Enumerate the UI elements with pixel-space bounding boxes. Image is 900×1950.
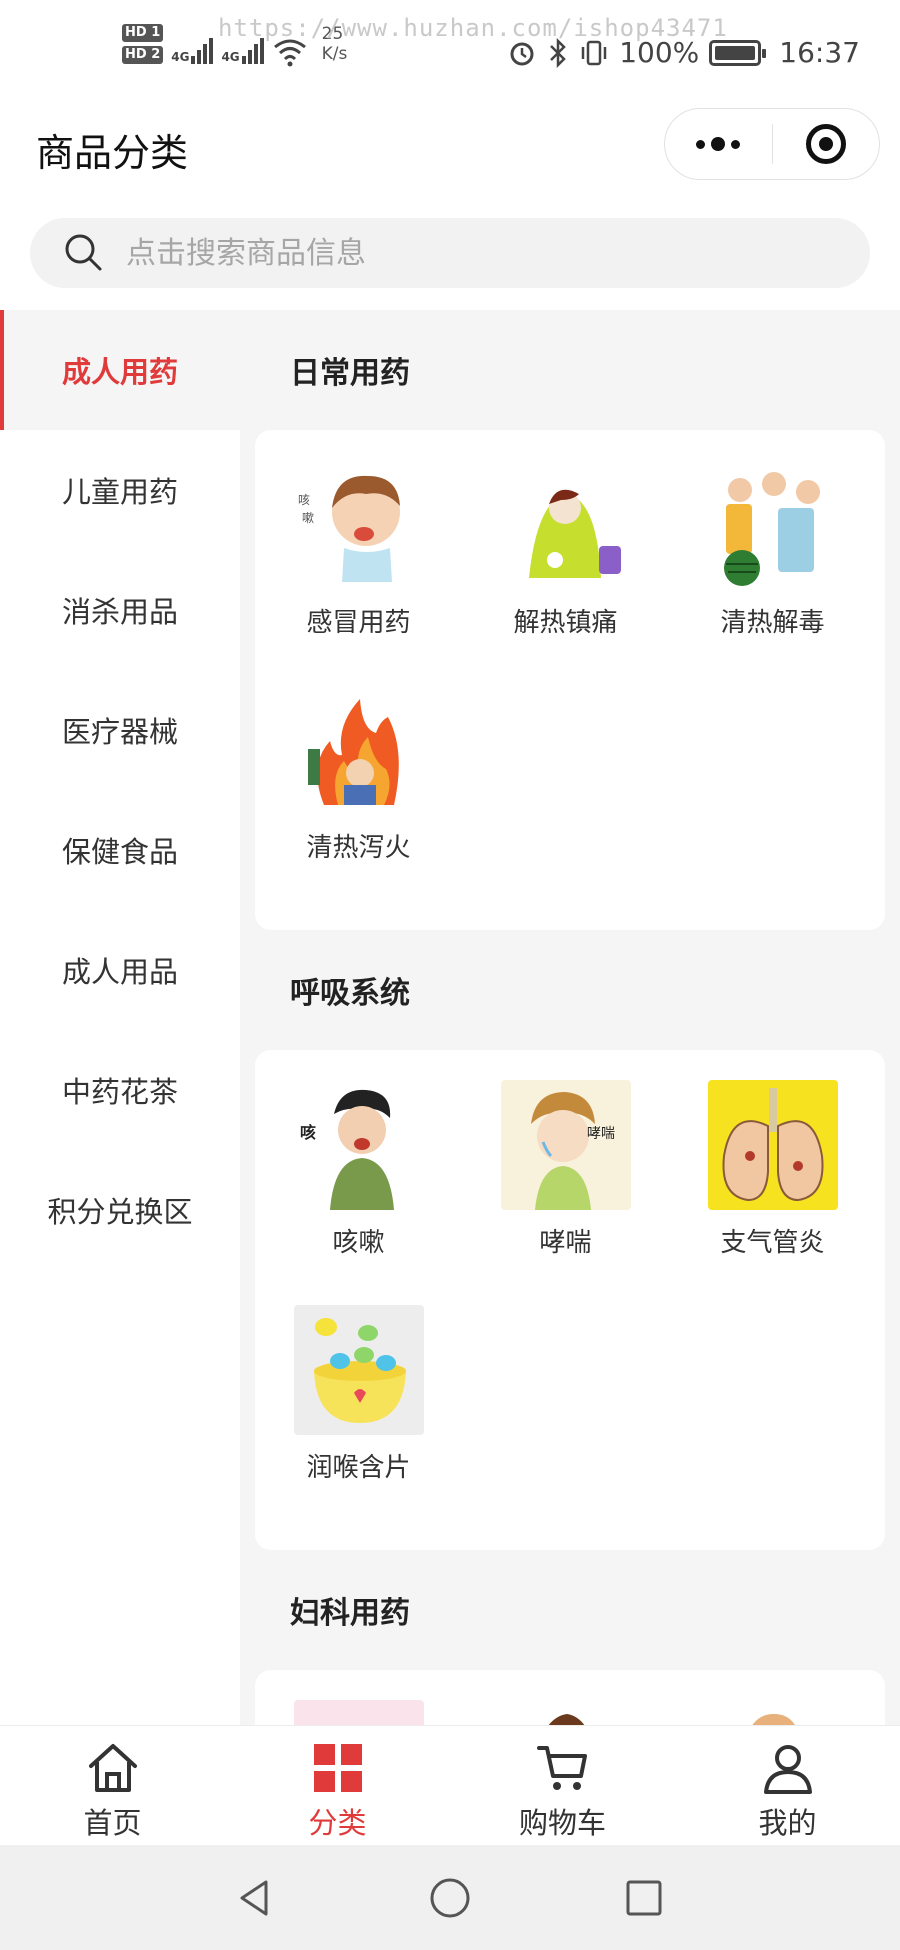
- svg-text:嗽: 嗽: [302, 511, 314, 525]
- search-input[interactable]: [126, 235, 726, 271]
- sidebar-item-health-food[interactable]: 保健食品: [0, 790, 240, 910]
- battery-icon: [709, 39, 767, 66]
- sidebar-item-medical-devices[interactable]: 医疗器械: [0, 670, 240, 790]
- home-icon: [88, 1744, 137, 1792]
- search-bar: [0, 210, 900, 310]
- hd1-badge: HD 1: [122, 24, 164, 42]
- tab-label: 分类: [308, 1806, 367, 1840]
- section-card: 咳 咳嗽 哮喘 哮喘 支气管炎 润喉含片: [255, 1050, 885, 1550]
- tab-category[interactable]: 分类: [225, 1726, 450, 1845]
- back-icon[interactable]: [234, 1876, 278, 1920]
- category-item[interactable]: 润喉含片: [255, 1305, 462, 1530]
- women-group-image: [293, 1700, 424, 1725]
- battery-percent: 100%: [619, 36, 700, 69]
- elderly-woman-image: [707, 1700, 838, 1725]
- sidebar-item-disinfection[interactable]: 消杀用品: [0, 550, 240, 670]
- clock-time: 16:37: [779, 36, 860, 69]
- more-menu-button[interactable]: [665, 109, 772, 179]
- sidebar-item-children-medicine[interactable]: 儿童用药: [0, 430, 240, 550]
- hd2-badge: HD 2: [122, 46, 164, 64]
- system-navigation-bar: [0, 1845, 900, 1950]
- bluetooth-icon: [550, 37, 567, 68]
- sidebar-item-herbal-tea[interactable]: 中药花茶: [0, 1030, 240, 1150]
- section-title: 妇科用药: [290, 1596, 410, 1631]
- asthma-boy-image: 哮喘: [500, 1080, 631, 1210]
- sidebar-item-adult-medicine[interactable]: 成人用药: [0, 310, 240, 430]
- category-content: 日常用药 咳 嗽 感冒用药 解热镇痛 清热解毒 清热泻火 呼吸系统 咳 咳嗽 哮…: [240, 310, 900, 1725]
- tab-home[interactable]: 首页: [0, 1726, 225, 1845]
- lozenge-bowl-image: [293, 1305, 424, 1435]
- section-title: 日常用药: [290, 356, 410, 391]
- tab-label: 首页: [83, 1806, 142, 1840]
- speed-unit: K/s: [321, 44, 348, 64]
- cart-icon: [536, 1746, 587, 1790]
- family-bottles-image: [707, 460, 838, 590]
- sidebar-item-points-exchange[interactable]: 积分兑换区: [0, 1150, 240, 1270]
- close-mini-program-button[interactable]: [773, 109, 880, 179]
- recent-apps-icon[interactable]: [622, 1876, 666, 1920]
- category-item[interactable]: 清热泻火: [255, 685, 462, 910]
- coughing-man-image: 咳: [293, 1080, 424, 1210]
- category-item[interactable]: 咳 嗽 感冒用药: [255, 460, 462, 685]
- bottom-tab-bar: 首页 分类 购物车 我的: [0, 1725, 900, 1845]
- fire-person-image: [293, 685, 424, 815]
- mini-program-capsule: [664, 108, 880, 180]
- search-icon: [65, 234, 102, 271]
- category-item[interactable]: 支气管炎: [669, 1080, 876, 1305]
- vibrate-icon: [581, 40, 607, 65]
- sidebar-item-adult-products[interactable]: 成人用品: [0, 910, 240, 1030]
- network-2-label: 4G: [221, 50, 240, 64]
- category-icon: [313, 1744, 362, 1792]
- tab-label: 我的: [758, 1806, 817, 1840]
- sidebar-item-label: 儿童用药: [61, 475, 178, 509]
- category-item-label: 清热泻火: [306, 833, 411, 863]
- section-card: [255, 1670, 885, 1725]
- page-title: 商品分类: [36, 131, 189, 175]
- signal-1-icon: 4G: [171, 24, 214, 64]
- tab-label: 购物车: [518, 1806, 606, 1840]
- sidebar-item-label: 中药花茶: [61, 1075, 178, 1109]
- nav-bar: 商品分类: [0, 100, 900, 210]
- svg-text:咳: 咳: [300, 1123, 316, 1142]
- category-item[interactable]: 哮喘 哮喘: [462, 1080, 669, 1305]
- section-title: 呼吸系统: [290, 976, 410, 1011]
- sidebar-item-label: 医疗器械: [61, 715, 178, 749]
- sidebar-item-label: 成人用药: [61, 355, 178, 389]
- sidebar-item-label: 消杀用品: [61, 595, 178, 629]
- status-bar: HD 1 HD 2 4G 4G 25 K/s https://www.huzha…: [0, 0, 900, 100]
- alarm-icon: [510, 42, 534, 65]
- category-item-label: 支气管炎: [720, 1228, 825, 1258]
- category-item-label: 哮喘: [539, 1228, 592, 1258]
- sidebar-item-label: 积分兑换区: [47, 1195, 193, 1229]
- woman-face-image: [500, 1700, 631, 1725]
- tab-cart[interactable]: 购物车: [450, 1726, 675, 1845]
- fever-blanket-image: [500, 460, 631, 590]
- category-item[interactable]: 解热镇痛: [462, 460, 669, 685]
- category-item[interactable]: [462, 1700, 669, 1725]
- category-item-label: 润喉含片: [306, 1453, 411, 1483]
- category-item-label: 咳嗽: [332, 1228, 385, 1258]
- category-item-label: 感冒用药: [306, 608, 411, 638]
- target-icon: [805, 124, 846, 164]
- home-circle-icon[interactable]: [428, 1876, 472, 1920]
- category-sidebar: 成人用药 儿童用药 消杀用品 医疗器械 保健食品 成人用品 中药花茶 积分兑换区: [0, 310, 240, 1725]
- sidebar-item-label: 成人用品: [61, 955, 178, 989]
- search-box[interactable]: [30, 218, 870, 288]
- sidebar-item-label: 保健食品: [61, 835, 178, 869]
- tab-profile[interactable]: 我的: [675, 1726, 900, 1845]
- status-right: 100% 16:37: [507, 36, 860, 69]
- category-item[interactable]: 咳 咳嗽: [255, 1080, 462, 1305]
- category-item-label: 清热解毒: [720, 608, 825, 638]
- section-card: 咳 嗽 感冒用药 解热镇痛 清热解毒 清热泻火: [255, 430, 885, 930]
- cold-child-image: 咳 嗽: [293, 460, 424, 590]
- svg-text:哮喘: 哮喘: [587, 1125, 615, 1142]
- user-icon: [763, 1745, 812, 1794]
- lungs-image: [707, 1080, 838, 1210]
- category-item-label: 解热镇痛: [513, 608, 618, 638]
- svg-text:咳: 咳: [298, 493, 310, 507]
- category-item[interactable]: [669, 1700, 876, 1725]
- network-1-label: 4G: [171, 50, 190, 64]
- category-item[interactable]: [255, 1700, 462, 1725]
- category-item[interactable]: 清热解毒: [669, 460, 876, 685]
